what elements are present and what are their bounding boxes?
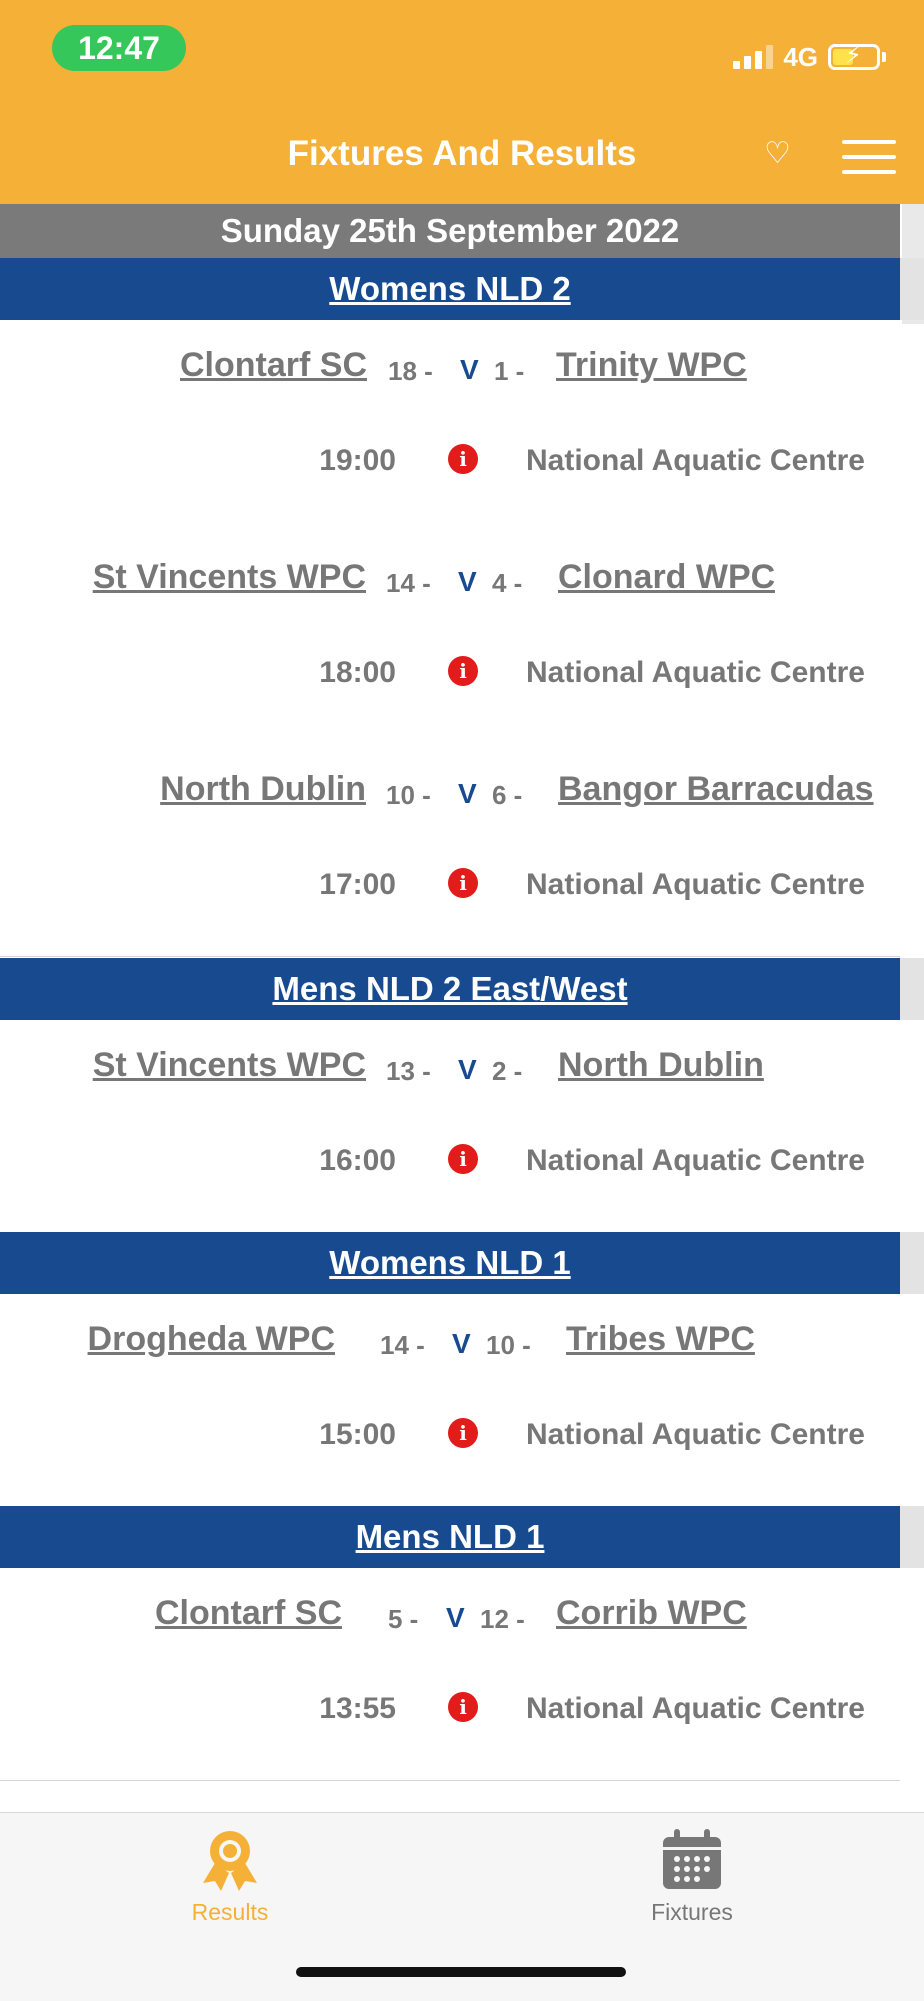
home-score: 18 - bbox=[388, 356, 433, 386]
info-icon[interactable]: i bbox=[448, 868, 478, 898]
tab-fixtures-label: Fixtures bbox=[651, 1899, 733, 1925]
match-row[interactable]: North Dublin 10 - V 6 - Bangor Barracuda… bbox=[0, 744, 900, 957]
home-score: 14 - bbox=[380, 1330, 425, 1360]
home-team-link[interactable]: Clontarf SC bbox=[180, 346, 367, 385]
versus-label: V bbox=[452, 1328, 471, 1359]
away-team-link[interactable]: Tribes WPC bbox=[566, 1320, 755, 1359]
section-edge bbox=[900, 258, 924, 320]
away-score: 2 - bbox=[492, 1056, 523, 1086]
section-header-mens-nld-2-east-west[interactable]: Mens NLD 2 East/West bbox=[0, 958, 900, 1020]
match-time: 16:00 bbox=[319, 1144, 396, 1177]
award-ribbon-icon bbox=[203, 1831, 257, 1891]
venue-name: National Aquatic Centre bbox=[526, 1692, 865, 1725]
match-time: 13:55 bbox=[319, 1692, 396, 1725]
venue-name: National Aquatic Centre bbox=[526, 1418, 865, 1451]
home-team-link[interactable]: North Dublin bbox=[160, 770, 366, 809]
away-score: 6 - bbox=[492, 780, 523, 810]
tab-results-label: Results bbox=[191, 1899, 269, 1925]
versus-label: V bbox=[458, 566, 477, 597]
info-icon[interactable]: i bbox=[448, 1144, 478, 1174]
date-header: Sunday 25th September 2022 bbox=[0, 204, 900, 258]
hamburger-menu-icon[interactable] bbox=[842, 140, 896, 174]
tab-results[interactable]: Results bbox=[130, 1813, 330, 1926]
top-bar: 12:47 4G ⚡ Fixtures And Results ♡ bbox=[0, 0, 924, 204]
home-score: 5 - bbox=[388, 1604, 419, 1634]
match-row[interactable]: Drogheda WPC 14 - V 10 - Tribes WPC 15:0… bbox=[0, 1294, 900, 1507]
away-team-link[interactable]: Trinity WPC bbox=[556, 346, 747, 385]
tab-fixtures[interactable]: Fixtures bbox=[592, 1813, 792, 1926]
calendar-icon bbox=[663, 1829, 721, 1889]
away-score: 10 - bbox=[486, 1330, 531, 1360]
battery-icon: ⚡ bbox=[828, 43, 880, 70]
section-edge bbox=[900, 958, 924, 1020]
versus-label: V bbox=[460, 354, 479, 385]
match-time: 15:00 bbox=[319, 1418, 396, 1451]
match-row[interactable]: St Vincents WPC 14 - V 4 - Clonard WPC 1… bbox=[0, 532, 900, 745]
section-header-womens-nld-1[interactable]: Womens NLD 1 bbox=[0, 1232, 900, 1294]
versus-label: V bbox=[446, 1602, 465, 1633]
home-score: 14 - bbox=[386, 568, 431, 598]
venue-name: National Aquatic Centre bbox=[526, 868, 865, 901]
away-team-link[interactable]: Corrib WPC bbox=[556, 1594, 747, 1633]
section-edge bbox=[900, 1232, 924, 1294]
match-time: 18:00 bbox=[319, 656, 396, 689]
network-type: 4G bbox=[783, 41, 818, 72]
venue-name: National Aquatic Centre bbox=[526, 1144, 865, 1177]
home-team-link[interactable]: Clontarf SC bbox=[155, 1594, 342, 1633]
info-icon[interactable]: i bbox=[448, 656, 478, 686]
away-score: 1 - bbox=[494, 356, 525, 386]
away-score: 4 - bbox=[492, 568, 523, 598]
status-indicators: 4G ⚡ bbox=[733, 40, 886, 74]
away-team-link[interactable]: Bangor Barracudas bbox=[558, 770, 874, 809]
battery-cap bbox=[882, 52, 886, 62]
away-team-link[interactable]: Clonard WPC bbox=[558, 558, 775, 597]
status-time: 12:47 bbox=[52, 25, 186, 71]
home-indicator[interactable] bbox=[296, 1967, 626, 1977]
venue-name: National Aquatic Centre bbox=[526, 656, 865, 689]
info-icon[interactable]: i bbox=[448, 1418, 478, 1448]
favorite-heart-icon[interactable]: ♡ bbox=[764, 136, 791, 171]
match-time: 17:00 bbox=[319, 868, 396, 901]
match-row[interactable]: St Vincents WPC 13 - V 2 - North Dublin … bbox=[0, 1020, 900, 1233]
section-header-mens-nld-1[interactable]: Mens NLD 1 bbox=[0, 1506, 900, 1568]
home-score: 13 - bbox=[386, 1056, 431, 1086]
info-icon[interactable]: i bbox=[448, 1692, 478, 1722]
home-team-link[interactable]: Drogheda WPC bbox=[88, 1320, 335, 1359]
venue-name: National Aquatic Centre bbox=[526, 444, 865, 477]
cellular-signal-icon bbox=[733, 45, 774, 69]
section-header-womens-nld-2[interactable]: Womens NLD 2 bbox=[0, 258, 900, 320]
home-team-link[interactable]: St Vincents WPC bbox=[93, 1046, 366, 1085]
info-icon[interactable]: i bbox=[448, 444, 478, 474]
home-team-link[interactable]: St Vincents WPC bbox=[93, 558, 366, 597]
match-time: 19:00 bbox=[319, 444, 396, 477]
versus-label: V bbox=[458, 778, 477, 809]
home-score: 10 - bbox=[386, 780, 431, 810]
away-team-link[interactable]: North Dublin bbox=[558, 1046, 764, 1085]
versus-label: V bbox=[458, 1054, 477, 1085]
section-edge bbox=[900, 1506, 924, 1568]
match-row[interactable]: Clontarf SC 18 - V 1 - Trinity WPC 19:00… bbox=[0, 320, 900, 533]
away-score: 12 - bbox=[480, 1604, 525, 1634]
match-row[interactable]: Clontarf SC 5 - V 12 - Corrib WPC 13:55 … bbox=[0, 1568, 900, 1781]
